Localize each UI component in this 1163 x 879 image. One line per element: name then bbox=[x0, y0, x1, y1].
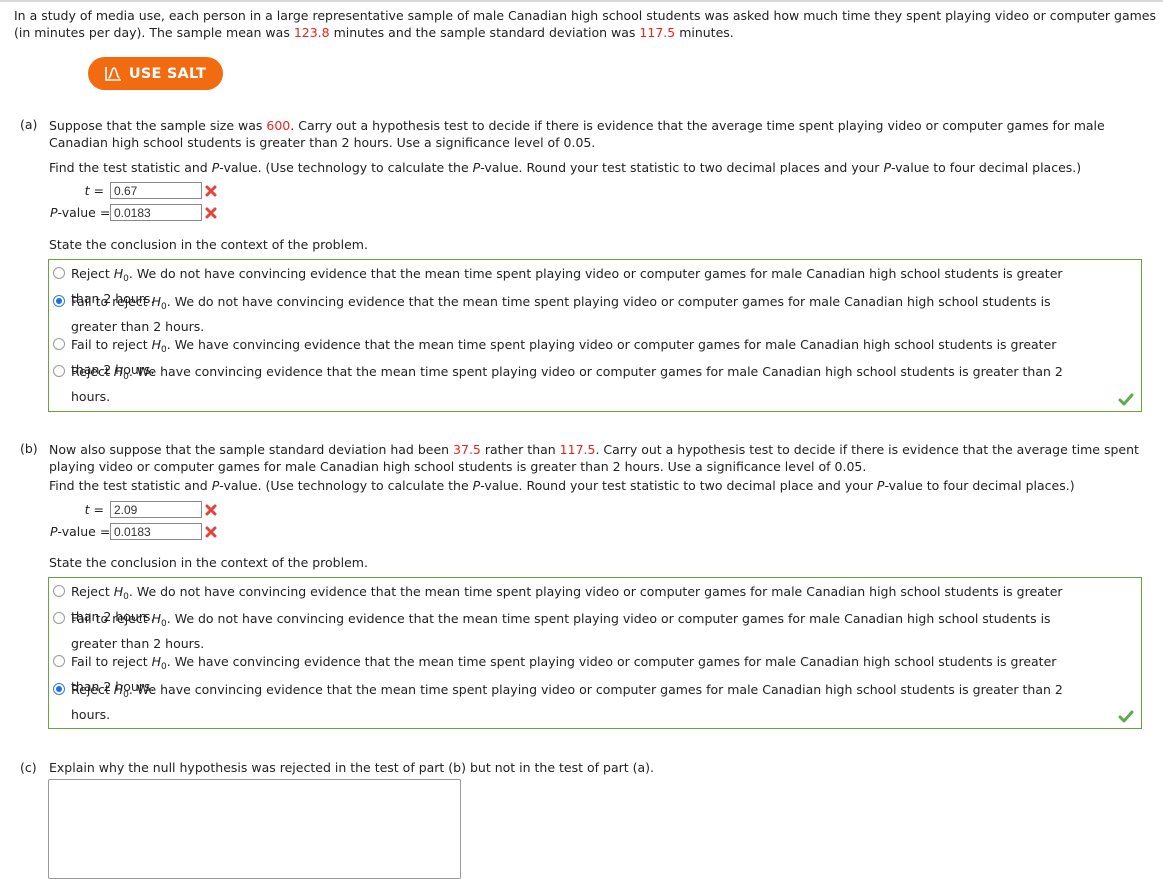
incorrect-x-icon bbox=[205, 207, 217, 218]
part-b-label: (b) bbox=[20, 441, 38, 456]
part-b-t-input[interactable] bbox=[110, 501, 202, 518]
sample-size: 600 bbox=[266, 118, 291, 133]
salt-distribution-icon bbox=[105, 67, 121, 81]
radio-button[interactable] bbox=[53, 655, 65, 667]
part-a-option-2[interactable]: Fail to reject H0. We do not have convin… bbox=[53, 292, 1077, 337]
part-a-p-value-input[interactable] bbox=[110, 204, 202, 221]
part-a-conclusion-prompt: State the conclusion in the context of t… bbox=[49, 237, 368, 252]
part-a-t-input[interactable] bbox=[110, 182, 202, 199]
part-b-conclusion-choices: Reject H0. We do not have convincing evi… bbox=[48, 577, 1142, 729]
p-value-label: P-value = bbox=[50, 205, 111, 220]
incorrect-x-icon bbox=[205, 185, 217, 196]
part-b-p-value-input[interactable] bbox=[110, 523, 202, 540]
part-b-p-row: P-value = bbox=[50, 523, 217, 540]
part-b-conclusion-prompt: State the conclusion in the context of t… bbox=[49, 555, 368, 570]
old-sd: 117.5 bbox=[559, 442, 596, 457]
radio-button-selected[interactable] bbox=[53, 295, 65, 307]
radio-button-selected[interactable] bbox=[53, 683, 65, 695]
part-c-question: Explain why the null hypothesis was reje… bbox=[49, 760, 654, 775]
radio-button[interactable] bbox=[53, 612, 65, 624]
sample-sd: 117.5 bbox=[639, 25, 676, 40]
incorrect-x-icon bbox=[205, 526, 217, 537]
part-b-option-4[interactable]: Reject H0. We have convincing evidence t… bbox=[53, 680, 1081, 725]
incorrect-x-icon bbox=[205, 504, 217, 515]
part-a-p-row: P-value = bbox=[50, 204, 217, 221]
use-salt-label: USE SALT bbox=[128, 65, 207, 82]
new-sd: 37.5 bbox=[453, 442, 481, 457]
correct-check-icon bbox=[1118, 393, 1134, 406]
radio-button[interactable] bbox=[53, 267, 65, 279]
part-b-instruction: Find the test statistic and P-value. (Us… bbox=[49, 478, 1075, 493]
part-a-instruction: Find the test statistic and P-value. (Us… bbox=[49, 160, 1082, 175]
t-label: t = bbox=[84, 502, 104, 517]
correct-check-icon bbox=[1118, 710, 1134, 723]
p-value-label: P-value = bbox=[50, 524, 111, 539]
part-a-question: Suppose that the sample size was 600. Ca… bbox=[49, 118, 1105, 150]
part-a-t-row: t = bbox=[50, 182, 217, 199]
part-c-explanation-textarea[interactable] bbox=[48, 779, 461, 879]
part-b-option-2[interactable]: Fail to reject H0. We do not have convin… bbox=[53, 609, 1077, 654]
radio-button[interactable] bbox=[53, 365, 65, 377]
part-c-label: (c) bbox=[20, 760, 37, 775]
radio-button[interactable] bbox=[53, 585, 65, 597]
t-label: t = bbox=[84, 183, 104, 198]
part-a-option-4[interactable]: Reject H0. We have convincing evidence t… bbox=[53, 362, 1081, 407]
part-a-label: (a) bbox=[20, 117, 38, 132]
sample-mean: 123.8 bbox=[293, 25, 330, 40]
part-b-question: Now also suppose that the sample standar… bbox=[49, 442, 1139, 474]
use-salt-button[interactable]: USE SALT bbox=[88, 57, 223, 90]
part-a-conclusion-choices: Reject H0. We do not have convincing evi… bbox=[48, 259, 1142, 412]
part-b-t-row: t = bbox=[50, 501, 217, 518]
problem-intro: In a study of media use, each person in … bbox=[14, 8, 1156, 40]
radio-button[interactable] bbox=[53, 338, 65, 350]
